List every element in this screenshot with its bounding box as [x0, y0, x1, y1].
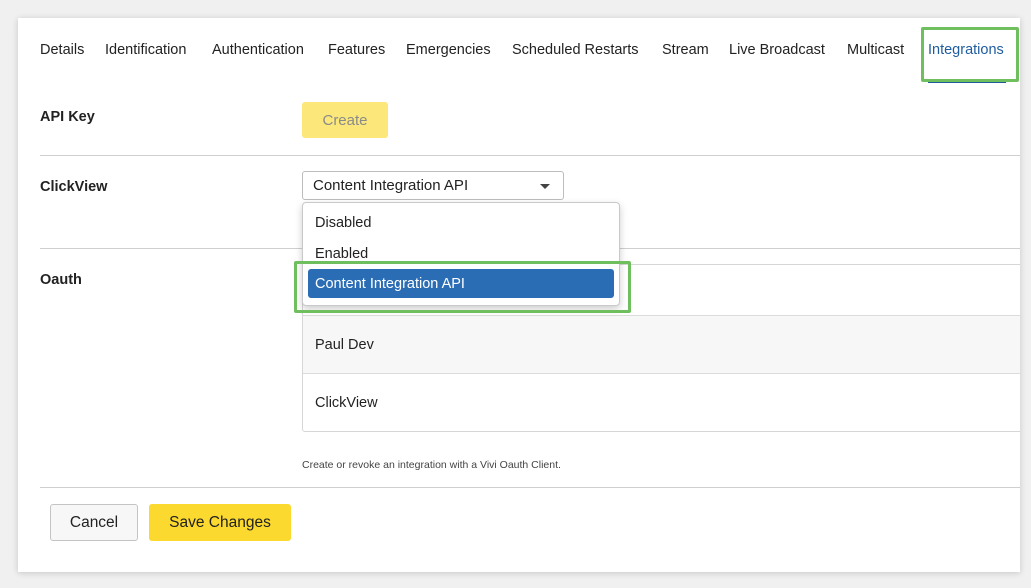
- dropdown-option-enabled[interactable]: Enabled: [315, 246, 368, 262]
- clickview-dropdown-menu: Disabled Enabled Content Integration API: [302, 202, 620, 306]
- tab-authentication[interactable]: Authentication: [212, 42, 304, 58]
- tab-emergencies[interactable]: Emergencies: [406, 42, 491, 58]
- clickview-label: ClickView: [40, 179, 108, 195]
- oauth-help-text: Create or revoke an integration with a V…: [302, 459, 561, 471]
- save-changes-button[interactable]: Save Changes: [149, 504, 291, 541]
- active-tab-indicator: [928, 80, 1006, 83]
- caret-down-icon: [540, 184, 550, 189]
- list-item[interactable]: Paul Dev: [303, 316, 1020, 373]
- oauth-client-name: Paul Dev: [315, 336, 374, 353]
- dropdown-option-disabled[interactable]: Disabled: [315, 215, 371, 231]
- divider: [40, 487, 1020, 488]
- tab-bar: Details Identification Authentication Fe…: [18, 18, 1020, 88]
- divider: [40, 155, 1020, 156]
- oauth-label: Oauth: [40, 272, 82, 288]
- tab-multicast[interactable]: Multicast: [847, 42, 904, 58]
- oauth-client-name: ClickView: [315, 394, 378, 411]
- cancel-button[interactable]: Cancel: [50, 504, 138, 541]
- tab-stream[interactable]: Stream: [662, 42, 709, 58]
- clickview-select[interactable]: Content Integration API: [302, 171, 564, 200]
- tab-live-broadcast[interactable]: Live Broadcast: [729, 42, 825, 58]
- tab-scheduled-restarts[interactable]: Scheduled Restarts: [512, 42, 639, 58]
- tab-features[interactable]: Features: [328, 42, 385, 58]
- settings-card: Details Identification Authentication Fe…: [18, 18, 1020, 572]
- api-key-label: API Key: [40, 109, 95, 125]
- tab-integrations[interactable]: Integrations: [928, 42, 1004, 58]
- tab-details[interactable]: Details: [40, 42, 84, 58]
- dropdown-option-content-integration-api[interactable]: Content Integration API: [308, 269, 614, 298]
- clickview-select-value: Content Integration API: [313, 177, 469, 194]
- create-api-key-button[interactable]: Create: [302, 102, 388, 138]
- tab-identification[interactable]: Identification: [105, 42, 186, 58]
- list-item[interactable]: ClickView: [303, 374, 1020, 431]
